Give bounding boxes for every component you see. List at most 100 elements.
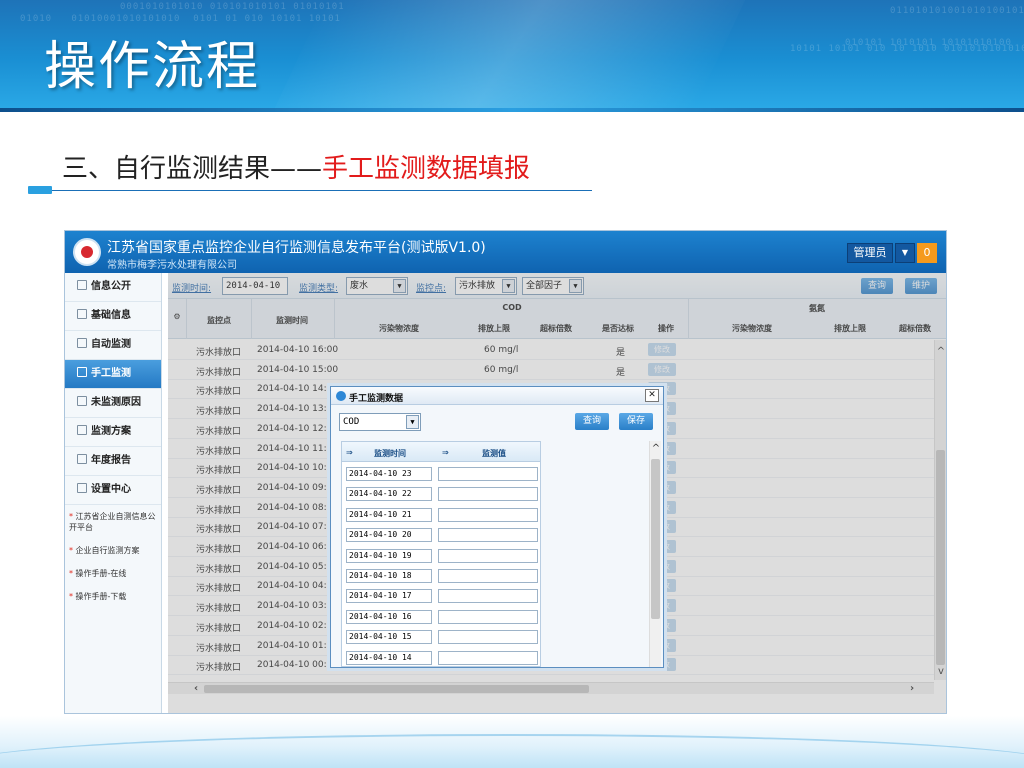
dialog-icon xyxy=(336,391,346,401)
value-input[interactable] xyxy=(438,548,538,563)
binary-decoration: 01010 01010001010101010 0101 01 010 1010… xyxy=(20,14,341,24)
dialog-row: 2014-04-10 23 xyxy=(342,464,540,484)
value-input[interactable] xyxy=(438,487,538,502)
sidebar-item[interactable]: 设置中心 xyxy=(65,476,161,505)
binary-decoration: 010101 1010101 10101010100 xyxy=(845,38,1012,48)
dialog-row: 2014-04-10 21 xyxy=(342,505,540,525)
sidebar-link[interactable]: * 江苏省企业自测信息公开平台 xyxy=(69,511,157,533)
arrow-icon: ⇒ xyxy=(442,448,449,457)
time-input[interactable]: 2014-04-10 20 xyxy=(346,528,432,543)
slide-title: 操作流程 xyxy=(44,37,261,97)
col-header-time: 监测时间 xyxy=(374,449,406,458)
sidebar-link[interactable]: * 企业自行监测方案 xyxy=(69,545,157,556)
notification-badge[interactable]: 0 xyxy=(917,243,937,263)
sidebar-item[interactable]: 监测方案 xyxy=(65,418,161,447)
sidebar-item-label: 基础信息 xyxy=(91,310,131,321)
time-input[interactable]: 2014-04-10 17 xyxy=(346,589,432,604)
sidebar-link-label: 企业自行监测方案 xyxy=(75,546,140,555)
value-input[interactable] xyxy=(438,507,538,522)
dialog-grid-header: ⇒ 监测时间 ⇒ 监测值 xyxy=(342,442,540,462)
dialog-row: 2014-04-10 22 xyxy=(342,484,540,504)
bottom-wave xyxy=(0,716,1024,768)
dialog-query-button[interactable]: 查询 xyxy=(575,413,609,430)
sidebar-item[interactable]: 基础信息 xyxy=(65,302,161,331)
manual-data-dialog: 手工监测数据 ✕ COD ▼ 查询 保存 ⇒ 监测时间 ⇒ 监测值 2014-04… xyxy=(330,386,664,668)
time-input[interactable]: 2014-04-10 14 xyxy=(346,650,432,665)
sidebar-link-label: 江苏省企业自测信息公开平台 xyxy=(69,512,156,532)
arrow-icon: ⇒ xyxy=(346,448,353,457)
monitor-icon xyxy=(77,367,87,377)
sidebar-item-label: 未监测原因 xyxy=(91,397,141,408)
value-input[interactable] xyxy=(438,630,538,645)
dialog-toolbar: COD ▼ 查询 保存 xyxy=(331,406,663,434)
value-input[interactable] xyxy=(438,528,538,543)
subtitle-section: 三、自行监测结果—— xyxy=(62,154,323,184)
app-header: 江苏省国家重点监控企业自行监测信息发布平台(测试版V1.0) 常熟市梅李污水处理… xyxy=(65,231,946,273)
value-input[interactable] xyxy=(438,589,538,604)
scroll-thumb[interactable] xyxy=(651,459,660,619)
factor-select[interactable]: COD ▼ xyxy=(339,413,421,431)
value-input[interactable] xyxy=(438,609,538,624)
sidebar-item[interactable]: 信息公开 xyxy=(65,273,161,302)
slide-subtitle: 三、自行监测结果——手工监测数据填报 xyxy=(62,148,530,185)
slide-banner: 01010 01010001010101010 0101 01 010 1010… xyxy=(0,0,1024,108)
dialog-title: 手工监测数据 xyxy=(349,394,404,404)
dialog-grid: ⇒ 监测时间 ⇒ 监测值 2014-04-10 23 2014-04-10 22 2… xyxy=(341,441,541,667)
subtitle-underline xyxy=(28,190,592,191)
dialog-row: 2014-04-10 19 xyxy=(342,546,540,566)
dialog-row: 2014-04-10 15 xyxy=(342,627,540,647)
close-icon[interactable]: ✕ xyxy=(645,389,659,402)
dialog-row: 2014-04-10 20 xyxy=(342,525,540,545)
factor-select-value: COD xyxy=(343,417,360,427)
value-input[interactable] xyxy=(438,650,538,665)
app-title: 江苏省国家重点监控企业自行监测信息发布平台(测试版V1.0) xyxy=(107,240,486,256)
subtitle-marker xyxy=(28,186,52,194)
sidebar-item-label: 设置中心 xyxy=(91,484,131,495)
plan-icon xyxy=(77,425,87,435)
chevron-down-icon[interactable]: ▼ xyxy=(895,243,915,263)
gear-icon xyxy=(77,483,87,493)
wave-line xyxy=(0,734,1024,768)
company-name: 常熟市梅李污水处理有限公司 xyxy=(107,260,237,271)
admin-menu-button[interactable]: 管理员 xyxy=(847,243,893,263)
dialog-row: 2014-04-10 17 xyxy=(342,586,540,606)
sidebar-link-label: 操作手册-在线 xyxy=(75,569,127,578)
dialog-row: 2014-04-10 14 xyxy=(342,648,540,666)
banner-divider xyxy=(0,108,1024,112)
col-header-value: 监测值 xyxy=(482,449,506,458)
time-input[interactable]: 2014-04-10 22 xyxy=(346,487,432,502)
sidebar-item[interactable]: 未监测原因 xyxy=(65,389,161,418)
emblem-icon xyxy=(73,238,101,266)
subtitle-highlight: 手工监测数据填报 xyxy=(322,154,531,184)
sidebar-item-label: 年度报告 xyxy=(91,455,131,466)
chevron-down-icon[interactable]: ▼ xyxy=(406,415,419,429)
sidebar-link[interactable]: * 操作手册-在线 xyxy=(69,568,157,579)
value-input[interactable] xyxy=(438,467,538,481)
sidebar-item-label: 手工监测 xyxy=(91,368,131,379)
dialog-scrollbar[interactable]: ^ xyxy=(649,441,661,667)
sidebar-item-label: 监测方案 xyxy=(91,426,131,437)
binary-decoration: 0001010101010 010101010101 01010101 xyxy=(120,2,345,12)
sidebar-item[interactable]: 年度报告 xyxy=(65,447,161,476)
chevron-up-icon[interactable]: ^ xyxy=(650,443,662,454)
dialog-save-button[interactable]: 保存 xyxy=(619,413,653,430)
list-icon xyxy=(77,338,87,348)
dialog-header: 手工监测数据 ✕ xyxy=(331,387,663,405)
document-icon xyxy=(77,280,87,290)
dialog-row: 2014-04-10 16 xyxy=(342,607,540,627)
time-input[interactable]: 2014-04-10 19 xyxy=(346,548,432,563)
time-input[interactable]: 2014-04-10 18 xyxy=(346,569,432,583)
value-input[interactable] xyxy=(438,569,538,583)
time-input[interactable]: 2014-04-10 15 xyxy=(346,630,432,645)
sidebar-link-label: 操作手册-下载 xyxy=(75,592,127,601)
report-icon xyxy=(77,454,87,464)
sidebar-item[interactable]: 手工监测 xyxy=(65,360,161,389)
sidebar-item-label: 信息公开 xyxy=(91,281,131,292)
sidebar-item[interactable]: 自动监测 xyxy=(65,331,161,360)
time-input[interactable]: 2014-04-10 23 xyxy=(346,467,432,481)
edit-icon xyxy=(77,396,87,406)
dialog-row: 2014-04-10 18 xyxy=(342,566,540,586)
time-input[interactable]: 2014-04-10 16 xyxy=(346,609,432,624)
time-input[interactable]: 2014-04-10 21 xyxy=(346,507,432,522)
sidebar-link[interactable]: * 操作手册-下载 xyxy=(69,591,157,602)
